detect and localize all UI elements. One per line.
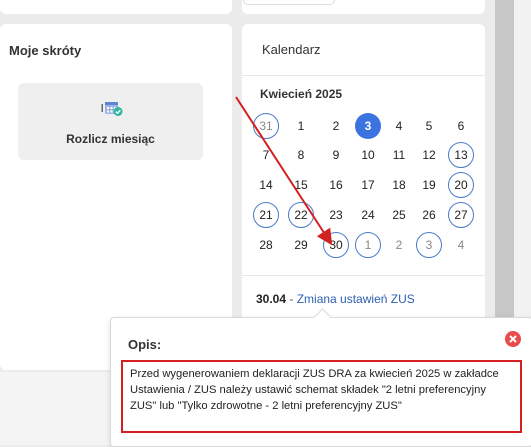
calendar-day[interactable]: 3	[355, 113, 381, 139]
calendar-day[interactable]: 23	[323, 202, 349, 228]
calendar-day[interactable]: 1	[355, 232, 381, 258]
close-icon[interactable]	[505, 331, 521, 347]
top-panels-edge	[0, 0, 531, 16]
popup-title: Opis:	[128, 337, 162, 352]
calendar-day[interactable]: 21	[253, 202, 279, 228]
calendar-day[interactable]: 24	[355, 202, 381, 228]
calendar-day[interactable]: 16	[323, 172, 349, 198]
popup-description: Przed wygenerowaniem deklaracji ZUS DRA …	[121, 360, 522, 433]
top-button-edge[interactable]	[243, 0, 335, 5]
calendar-day[interactable]: 18	[386, 172, 412, 198]
calendar-day[interactable]: 4	[386, 113, 412, 139]
calendar-day[interactable]: 30	[323, 232, 349, 258]
calendar-day[interactable]: 3	[416, 232, 442, 258]
calendar-check-icon	[101, 102, 123, 116]
calendar-day[interactable]: 11	[386, 142, 412, 168]
event-link[interactable]: Zmiana ustawień ZUS	[297, 292, 415, 306]
calendar-day[interactable]: 25	[386, 202, 412, 228]
event-date: 30.04	[256, 292, 287, 306]
calendar-day[interactable]: 26	[416, 202, 442, 228]
divider	[242, 275, 485, 276]
calendar-event: 30.04 - Zmiana ustawień ZUS	[256, 292, 415, 306]
calendar-day[interactable]: 15	[288, 172, 314, 198]
calendar-day[interactable]: 8	[288, 142, 314, 168]
calendar-day[interactable]: 22	[288, 202, 314, 228]
calendar-day[interactable]: 5	[416, 113, 442, 139]
top-panel-left	[0, 0, 232, 14]
calendar-day[interactable]: 2	[386, 232, 412, 258]
calendar-day[interactable]: 6	[448, 113, 474, 139]
calendar-day[interactable]: 14	[253, 172, 279, 198]
calendar-day[interactable]: 19	[416, 172, 442, 198]
calendar-day[interactable]: 7	[253, 142, 279, 168]
calendar-day[interactable]: 1	[288, 113, 314, 139]
calendar-day[interactable]: 28	[253, 232, 279, 258]
description-popup: Opis: Przed wygenerowaniem deklaracji ZU…	[110, 308, 531, 447]
calendar-day[interactable]: 2	[323, 113, 349, 139]
calendar-day[interactable]: 4	[448, 232, 474, 258]
shortcuts-title: Moje skróty	[9, 43, 82, 58]
calendar-day[interactable]: 10	[355, 142, 381, 168]
event-separator: -	[286, 292, 297, 306]
calendar-days-grid: 31 1 2 3 4 5 6 7 8 9 10 11 12 13 14 15 16 17 18 19 20 21 22 23 2…	[242, 24, 485, 304]
calendar-day[interactable]: 9	[323, 142, 349, 168]
calendar-day[interactable]: 27	[448, 202, 474, 228]
shortcut-rozlicz-miesiac[interactable]: Rozlicz miesiąc	[18, 83, 203, 160]
calendar-day[interactable]: 17	[355, 172, 381, 198]
shortcut-label: Rozlicz miesiąc	[66, 132, 155, 146]
calendar-day[interactable]: 13	[448, 142, 474, 168]
calendar-day[interactable]: 29	[288, 232, 314, 258]
calendar-day[interactable]: 20	[448, 172, 474, 198]
calendar-day[interactable]: 12	[416, 142, 442, 168]
calendar-day[interactable]: 31	[253, 113, 279, 139]
